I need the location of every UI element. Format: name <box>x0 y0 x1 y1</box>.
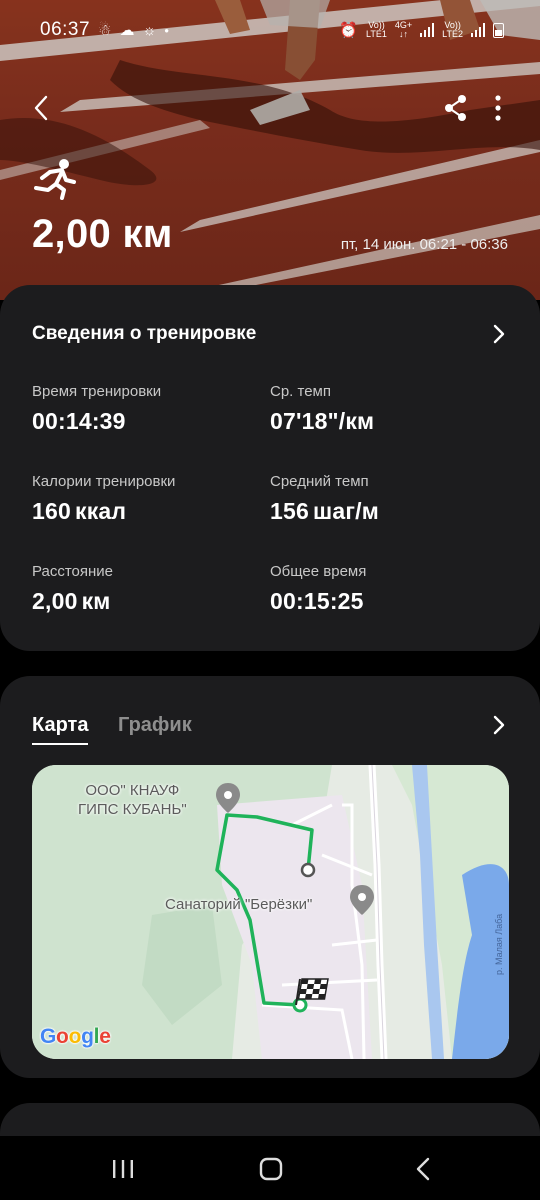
stat-value: 2,00 км <box>32 588 111 614</box>
snapchat-icon: ☃ <box>98 22 112 39</box>
sim2-label: Vo)) LTE2 <box>442 20 463 39</box>
running-icon <box>34 159 76 200</box>
workout-datetime: пт, 14 июн. 06:21 - 06:36 <box>340 236 508 253</box>
stat-value: 00:14:39 <box>32 408 126 434</box>
battery-icon <box>493 22 504 38</box>
status-time: 06:37 <box>40 19 91 40</box>
more-options-icon[interactable] <box>480 90 516 126</box>
chevron-right-icon[interactable] <box>492 715 506 735</box>
sim1-label: Vo)) LTE1 <box>366 20 387 39</box>
sun-icon: ☼ <box>142 21 157 39</box>
stat-avg-pace: Ср. темп 07'18"/км <box>270 383 500 435</box>
back-icon[interactable] <box>26 90 62 126</box>
stat-label: Средний темп <box>270 473 369 490</box>
google-logo: Google <box>40 1025 111 1048</box>
stat-label: Расстояние <box>32 563 114 580</box>
hero-banner: 06:37 ☃ ☁ ☼ ● ⏰ Vo)) LTE1 4G+ ↓↑ Vo)) LTE2 <box>0 0 540 300</box>
workout-details-card[interactable]: Сведения о тренировке Время тренировки 0… <box>0 285 540 651</box>
back-nav-icon[interactable] <box>408 1156 438 1182</box>
signal-icon-2 <box>471 23 485 37</box>
tab-chart[interactable]: График <box>118 714 192 737</box>
map-poi-sanatorium: Санаторий "Берёзки" <box>165 896 313 913</box>
top-navigation <box>0 86 540 130</box>
status-bar: 06:37 ☃ ☁ ☼ ● ⏰ Vo)) LTE1 4G+ ↓↑ Vo)) LTE2 <box>0 0 540 60</box>
share-icon[interactable] <box>438 90 474 126</box>
stat-value: 156 шаг/м <box>270 498 379 524</box>
home-icon[interactable] <box>256 1156 286 1182</box>
workout-details-title: Сведения о тренировке <box>32 323 257 344</box>
route-map[interactable]: ООО" КНАУФ ГИПС КУБАНЬ" Санаторий "Берёз… <box>32 765 509 1059</box>
cloud-icon: ☁ <box>119 22 135 39</box>
network-type-label: 4G+ ↓↑ <box>394 20 413 39</box>
stat-value: 00:15:25 <box>270 588 364 614</box>
stat-value: 160 ккал <box>32 498 127 524</box>
recent-apps-icon[interactable] <box>108 1156 138 1182</box>
map-card: Карта График ООО" КНАУФ ГИПС КУБАНЬ" Сан… <box>0 676 540 1078</box>
stat-label: Калории тренировки <box>32 473 176 490</box>
stat-total-time: Общее время 00:15:25 <box>270 563 500 615</box>
map-river-label: р. Малая Лаба <box>494 913 504 975</box>
stat-label: Ср. темп <box>270 383 331 400</box>
stat-avg-cadence: Средний темп 156 шаг/м <box>270 473 500 525</box>
stat-distance: Расстояние 2,00 км <box>32 563 262 615</box>
stat-workout-time: Время тренировки 00:14:39 <box>32 383 262 435</box>
dot-icon: ● <box>164 25 170 35</box>
stat-label: Время тренировки <box>32 383 162 400</box>
stat-label: Общее время <box>270 563 367 580</box>
tab-map[interactable]: Карта <box>32 714 89 745</box>
signal-icon <box>420 23 435 37</box>
chevron-right-icon[interactable] <box>492 324 506 344</box>
map-poi-knauf: ООО" КНАУФ ГИПС КУБАНЬ" <box>78 782 187 818</box>
total-distance: 2,00 км <box>32 212 173 256</box>
stat-calories: Калории тренировки 160 ккал <box>32 473 262 525</box>
system-navigation-bar <box>0 1136 540 1200</box>
stat-value: 07'18"/км <box>270 408 375 434</box>
alarm-icon: ⏰ <box>339 21 359 39</box>
